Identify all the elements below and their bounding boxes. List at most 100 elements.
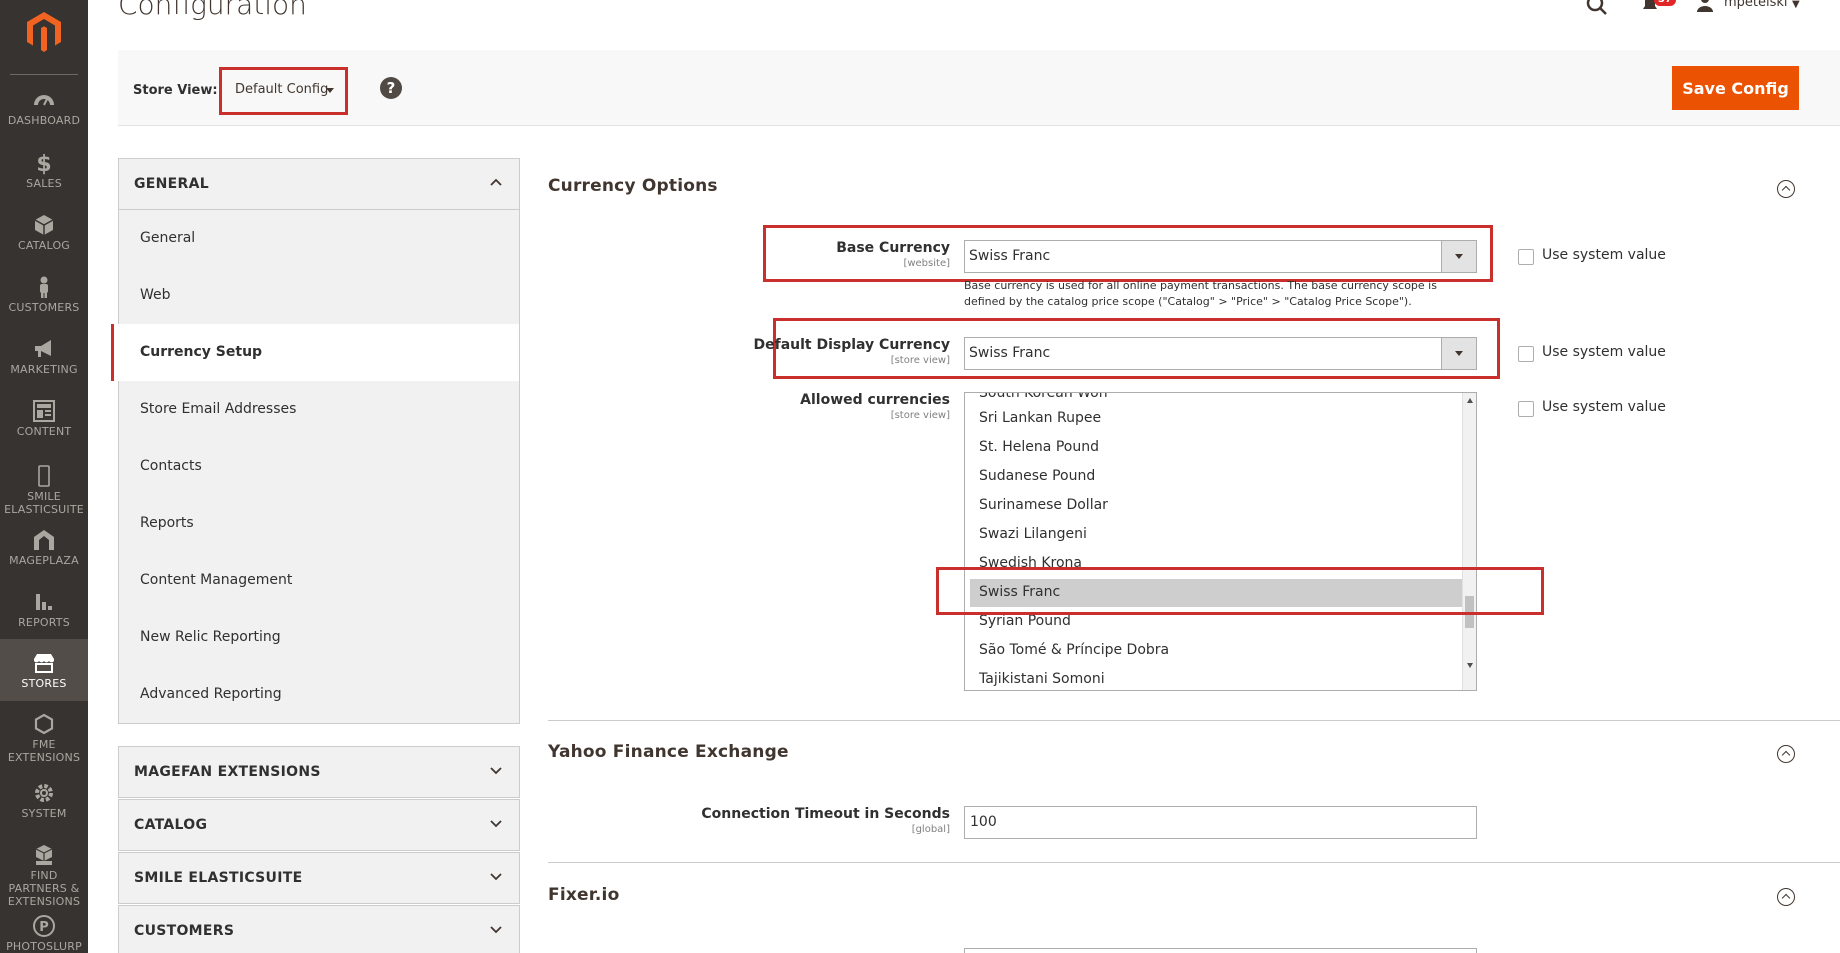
allowed-currencies-multiselect[interactable]: South Korean Won Sri Lankan Rupee St. He…: [964, 392, 1477, 691]
nav-section-customers[interactable]: CUSTOMERS: [118, 905, 520, 953]
default-display-currency-select[interactable]: Swiss Franc: [964, 337, 1477, 370]
currency-option[interactable]: Sudanese Pound: [979, 468, 1095, 484]
store-view-label: Store View:: [133, 83, 218, 98]
menu-item-dashboard[interactable]: DASHBOARD: [0, 88, 88, 150]
base-currency-use-system-checkbox[interactable]: [1518, 249, 1534, 265]
mageplaza-icon: [34, 530, 54, 550]
menu-item-content[interactable]: CONTENT: [0, 399, 88, 461]
admin-menu: DASHBOARD $ SALES CATALOG CUSTOMERS MARK…: [0, 0, 88, 953]
menu-item-label: CATALOG: [17, 239, 71, 252]
section-title-yahoo-finance-exchange[interactable]: Yahoo Finance Exchange: [548, 742, 789, 762]
section-title-fixer-io[interactable]: Fixer.io: [548, 885, 619, 905]
menu-item-label: DASHBOARD: [7, 114, 81, 127]
caret-down-icon[interactable]: [326, 88, 334, 93]
notification-count-badge[interactable]: 37: [1654, 0, 1676, 6]
default-display-use-system-checkbox[interactable]: [1518, 346, 1534, 362]
scrollbar[interactable]: [1462, 393, 1476, 690]
scroll-down-arrow-icon[interactable]: [1467, 663, 1473, 668]
menu-item-label: SMILE ELASTICSUITE: [4, 490, 84, 516]
nav-section-smile-elasticsuite[interactable]: SMILE ELASTICSUITE: [118, 852, 520, 904]
menu-item-label: STORES: [21, 677, 67, 690]
boxes-icon: [35, 845, 53, 865]
base-currency-select[interactable]: Swiss Franc: [964, 240, 1477, 273]
store-view-bar: Store View: Default Config ? Save Config: [118, 50, 1840, 126]
store-icon: [34, 654, 54, 673]
phone-icon: [38, 465, 50, 487]
store-view-value[interactable]: Default Config: [227, 75, 328, 105]
currency-option[interactable]: São Tomé & Príncipe Dobra: [979, 642, 1169, 658]
help-icon[interactable]: ?: [380, 77, 402, 99]
hexagon-icon: [34, 713, 54, 735]
nav-link-store-email-addresses[interactable]: Store Email Addresses: [119, 381, 519, 438]
menu-item-label: MAGEPLAZA: [9, 554, 79, 567]
menu-item-mageplaza[interactable]: MAGEPLAZA: [0, 528, 88, 590]
menu-item-fme-extensions[interactable]: FME EXTENSIONS: [0, 712, 88, 778]
save-config-button[interactable]: Save Config: [1672, 66, 1799, 110]
currency-option[interactable]: Surinamese Dollar: [979, 497, 1108, 513]
currency-option[interactable]: Sri Lankan Rupee: [979, 410, 1101, 426]
config-navigation: GENERAL General Web Currency Setup Store…: [111, 158, 520, 953]
person-icon: [40, 276, 48, 298]
nav-link-web[interactable]: Web: [119, 267, 519, 324]
chevron-down-icon[interactable]: ▼: [1792, 0, 1800, 10]
menu-item-find-partners[interactable]: FIND PARTNERS & EXTENSIONS: [0, 843, 88, 909]
nav-link-contacts[interactable]: Contacts: [119, 438, 519, 495]
default-display-currency-label: Default Display Currency: [753, 337, 950, 353]
currency-option[interactable]: Tajikistani Somoni: [979, 671, 1105, 687]
store-view-switcher[interactable]: Default Config: [219, 67, 348, 115]
menu-item-customers[interactable]: CUSTOMERS: [0, 275, 88, 337]
nav-section-title: SMILE ELASTICSUITE: [134, 870, 303, 886]
use-system-value-label[interactable]: Use system value: [1542, 247, 1666, 263]
nav-link-content-management[interactable]: Content Management: [119, 552, 519, 609]
fixer-field-input[interactable]: [964, 948, 1477, 953]
menu-item-label: MARKETING: [10, 363, 78, 376]
nav-link-advanced-reporting[interactable]: Advanced Reporting: [119, 666, 519, 723]
nav-link-currency-setup[interactable]: Currency Setup: [111, 324, 519, 381]
currency-option[interactable]: Syrian Pound: [979, 613, 1071, 629]
menu-item-label: PHOTOSLURP: [6, 940, 82, 953]
menu-item-label: CUSTOMERS: [8, 301, 80, 314]
magento-logo-icon[interactable]: [27, 12, 61, 52]
currency-option[interactable]: St. Helena Pound: [979, 439, 1099, 455]
megaphone-icon: [35, 340, 51, 357]
search-icon[interactable]: [1586, 0, 1608, 16]
highlight-box: [936, 567, 1544, 615]
menu-item-catalog[interactable]: CATALOG: [0, 213, 88, 275]
nav-section-title: CATALOG: [134, 817, 208, 833]
nav-section-general[interactable]: GENERAL: [118, 158, 520, 210]
connection-timeout-input[interactable]: 100: [964, 806, 1477, 839]
menu-item-sales[interactable]: $ SALES: [0, 151, 88, 213]
user-name[interactable]: mpetelski: [1724, 0, 1788, 10]
connection-timeout-value: 100: [970, 814, 997, 830]
nav-link-new-relic-reporting[interactable]: New Relic Reporting: [119, 609, 519, 666]
caret-down-icon[interactable]: [1441, 241, 1476, 272]
collapse-icon[interactable]: [1777, 180, 1795, 198]
menu-item-stores[interactable]: STORES: [0, 639, 88, 701]
currency-option[interactable]: Swazi Lilangeni: [979, 526, 1087, 542]
nav-section-title: CUSTOMERS: [134, 923, 235, 939]
allowed-currencies-use-system-checkbox[interactable]: [1518, 401, 1534, 417]
user-icon[interactable]: [1696, 0, 1714, 12]
default-display-currency-value: Swiss Franc: [969, 345, 1051, 361]
menu-item-marketing[interactable]: MARKETING: [0, 337, 88, 399]
nav-link-reports[interactable]: Reports: [119, 495, 519, 552]
use-system-value-label[interactable]: Use system value: [1542, 399, 1666, 415]
menu-item-photoslurp[interactable]: P PHOTOSLURP: [0, 914, 88, 953]
chevron-up-icon: [490, 178, 502, 186]
use-system-value-label[interactable]: Use system value: [1542, 344, 1666, 360]
scroll-up-arrow-icon[interactable]: [1467, 398, 1473, 403]
nav-link-general[interactable]: General: [119, 210, 519, 267]
caret-down-icon[interactable]: [1441, 338, 1476, 369]
content-icon: [33, 400, 55, 422]
menu-item-label: FME EXTENSIONS: [7, 738, 81, 764]
nav-section-catalog[interactable]: CATALOG: [118, 799, 520, 851]
collapse-icon[interactable]: [1777, 888, 1795, 906]
allowed-currencies-scope: [store view]: [890, 410, 950, 421]
currency-option[interactable]: South Korean Won: [979, 393, 1108, 401]
menu-item-smile-elasticsuite[interactable]: SMILE ELASTICSUITE: [0, 464, 88, 530]
menu-item-system[interactable]: SYSTEM: [0, 781, 88, 843]
collapse-icon[interactable]: [1777, 745, 1795, 763]
nav-section-magefan-extensions[interactable]: MAGEFAN EXTENSIONS: [118, 746, 520, 798]
section-title-currency-options[interactable]: Currency Options: [548, 176, 718, 196]
menu-item-label: CONTENT: [16, 425, 72, 438]
